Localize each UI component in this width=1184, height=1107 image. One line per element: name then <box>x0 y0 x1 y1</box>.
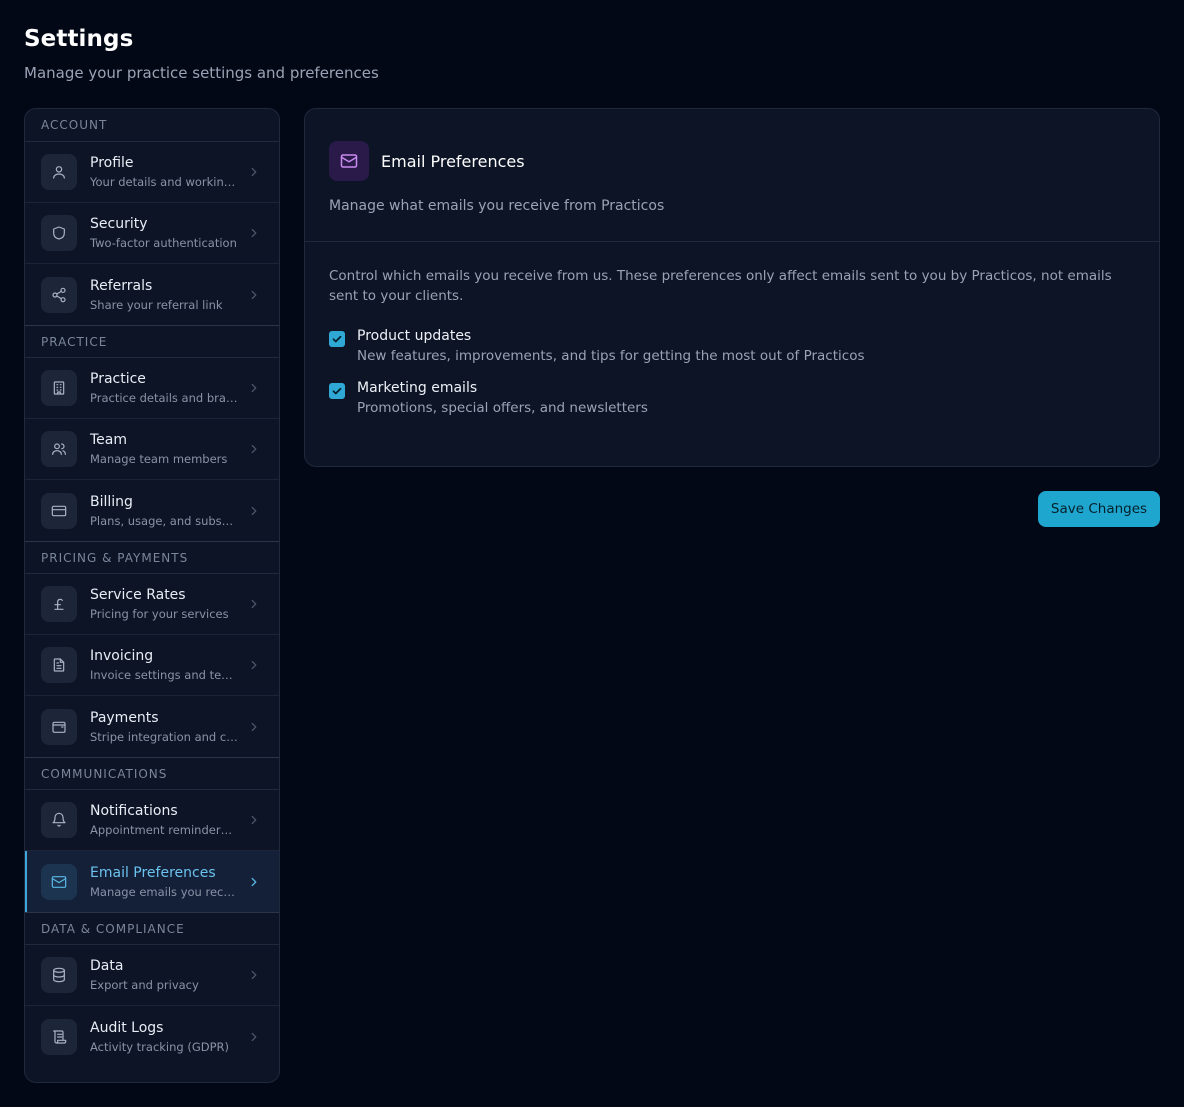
sidebar-item-description: Stripe integration and card payments <box>90 729 238 744</box>
product-updates-checkbox[interactable] <box>329 331 345 347</box>
chevron-right-icon <box>247 658 261 672</box>
sidebar-item-description: Invoice settings and templates <box>90 668 238 682</box>
building-icon <box>41 370 77 406</box>
sidebar-item-description: Share your referral link <box>90 297 223 312</box>
sidebar-section: PRICING & PAYMENTS Service Rates Pricing f… <box>25 541 279 757</box>
database-icon <box>41 957 77 993</box>
chevron-right-icon <box>247 165 261 179</box>
sidebar-item-billing[interactable]: Billing Plans, usage, and subscription <box>25 480 279 541</box>
sidebar-item-label: Payments <box>90 709 159 726</box>
sidebar-item-label: Security <box>90 216 148 232</box>
users-icon <box>41 431 77 467</box>
email-preferences-card: Email Preferences Manage what emails you… <box>304 108 1160 467</box>
sidebar-item-description: Export and privacy <box>90 978 199 992</box>
pref-product-updates: Product updates New features, improvemen… <box>329 328 1135 364</box>
chevron-right-icon <box>247 226 261 240</box>
chevron-right-icon <box>247 442 261 456</box>
sidebar-item-label: Practice <box>90 371 146 387</box>
sidebar-item-invoicing[interactable]: Invoicing Invoice settings and templates <box>25 635 279 696</box>
sidebar-item-security[interactable]: Security Two-factor authentication <box>25 203 279 264</box>
sidebar-item-referrals[interactable]: Referrals Share your referral link <box>25 264 279 325</box>
sidebar-item-profile[interactable]: Profile Your details and working hours <box>25 142 279 203</box>
sidebar-item-data[interactable]: Data Export and privacy <box>25 945 279 1006</box>
sidebar-item-description: Two-factor authentication <box>90 236 237 250</box>
sidebar-item-description: Manage emails you receive <box>90 884 238 899</box>
chevron-right-icon <box>247 288 261 302</box>
chevron-right-icon <box>247 1030 261 1044</box>
mail-icon <box>329 141 369 181</box>
sidebar-item-team[interactable]: Team Manage team members <box>25 419 279 480</box>
sidebar-section: ACCOUNT Profile Your details and working h… <box>25 109 279 325</box>
sidebar-item-description: Plans, usage, and subscription <box>90 513 238 528</box>
chevron-right-icon <box>247 504 261 518</box>
sidebar-section-header: PRACTICE <box>25 325 279 358</box>
pound-icon <box>41 586 77 622</box>
chevron-right-icon <box>247 968 261 982</box>
sidebar-item-audit-logs[interactable]: Audit Logs Activity tracking (GDPR) <box>25 1006 279 1067</box>
scroll-icon <box>41 1018 77 1055</box>
sidebar-item-label: Audit Logs <box>90 1019 164 1036</box>
save-changes-button[interactable]: Save Changes <box>1038 491 1160 527</box>
chevron-right-icon <box>247 813 261 827</box>
marketing-emails-checkbox[interactable] <box>329 383 345 399</box>
sidebar-item-label: Team <box>90 432 128 448</box>
wallet-icon <box>41 708 77 745</box>
sidebar-section-header: COMMUNICATIONS <box>25 757 279 790</box>
user-icon <box>41 154 77 190</box>
sidebar-section-header: DATA & COMPLIANCE <box>25 912 279 945</box>
card-title: Email Preferences <box>381 151 525 171</box>
card-header: Email Preferences Manage what emails you… <box>305 109 1159 242</box>
file-text-icon <box>41 647 77 683</box>
sidebar-item-description: Practice details and branding <box>90 391 238 405</box>
sidebar-item-label: Notifications <box>90 803 178 819</box>
card-subtitle: Manage what emails you receive from Prac… <box>329 198 665 214</box>
sidebar-item-notifications[interactable]: Notifications Appointment reminders and a… <box>25 790 279 851</box>
sidebar-item-label: Data <box>90 958 124 974</box>
sidebar-item-label: Invoicing <box>90 648 154 664</box>
sidebar-item-email-preferences[interactable]: Email Preferences Manage emails you recei… <box>25 851 279 912</box>
sidebar-item-label: Profile <box>90 155 134 171</box>
sidebar-section-header: ACCOUNT <box>25 109 279 142</box>
page-title: Settings <box>24 26 134 52</box>
page-subtitle: Manage your practice settings and prefer… <box>24 64 379 82</box>
product-updates-label[interactable]: Product updates <box>357 328 865 344</box>
sidebar-item-service-rates[interactable]: Service Rates Pricing for your services <box>25 574 279 635</box>
sidebar-item-description: Activity tracking (GDPR) <box>90 1039 230 1054</box>
sidebar-item-payments[interactable]: Payments Stripe integration and card paym… <box>25 696 279 757</box>
chevron-right-icon <box>247 875 261 889</box>
credit-card-icon <box>41 492 77 529</box>
card-body: Control which emails you receive from us… <box>305 242 1159 416</box>
sidebar-item-description: Your details and working hours <box>90 175 238 189</box>
share-icon <box>41 276 77 313</box>
sidebar-item-label: Referrals <box>90 277 153 294</box>
sidebar-item-label: Email Preferences <box>90 864 216 881</box>
marketing-emails-desc: Promotions, special offers, and newslett… <box>357 400 648 416</box>
card-intro: Control which emails you receive from us… <box>329 268 1112 304</box>
marketing-emails-label[interactable]: Marketing emails <box>357 380 648 396</box>
sidebar-section: PRACTICE Practice Practice details and bra… <box>25 325 279 541</box>
chevron-right-icon <box>247 597 261 611</box>
sidebar-item-label: Service Rates <box>90 587 186 603</box>
settings-sidebar: ACCOUNT Profile Your details and working h… <box>24 108 280 1083</box>
pref-marketing-emails: Marketing emails Promotions, special off… <box>329 380 1135 416</box>
sidebar-section-header: PRICING & PAYMENTS <box>25 541 279 574</box>
product-updates-desc: New features, improvements, and tips for… <box>357 348 865 364</box>
sidebar-item-description: Appointment reminders and alerts <box>90 823 238 837</box>
bell-icon <box>41 802 77 838</box>
chevron-right-icon <box>247 381 261 395</box>
sidebar-item-description: Pricing for your services <box>90 607 229 621</box>
sidebar-section: COMMUNICATIONS Notifications Appointment r… <box>25 757 279 912</box>
sidebar-section: DATA & COMPLIANCE Data Export and privacy A… <box>25 912 279 1067</box>
mail-icon <box>41 863 77 900</box>
page-header: Settings Manage your practice settings a… <box>24 26 379 82</box>
sidebar-item-practice[interactable]: Practice Practice details and branding <box>25 358 279 419</box>
sidebar-item-label: Billing <box>90 493 133 510</box>
chevron-right-icon <box>247 720 261 734</box>
sidebar-item-description: Manage team members <box>90 452 228 466</box>
shield-icon <box>41 215 77 251</box>
